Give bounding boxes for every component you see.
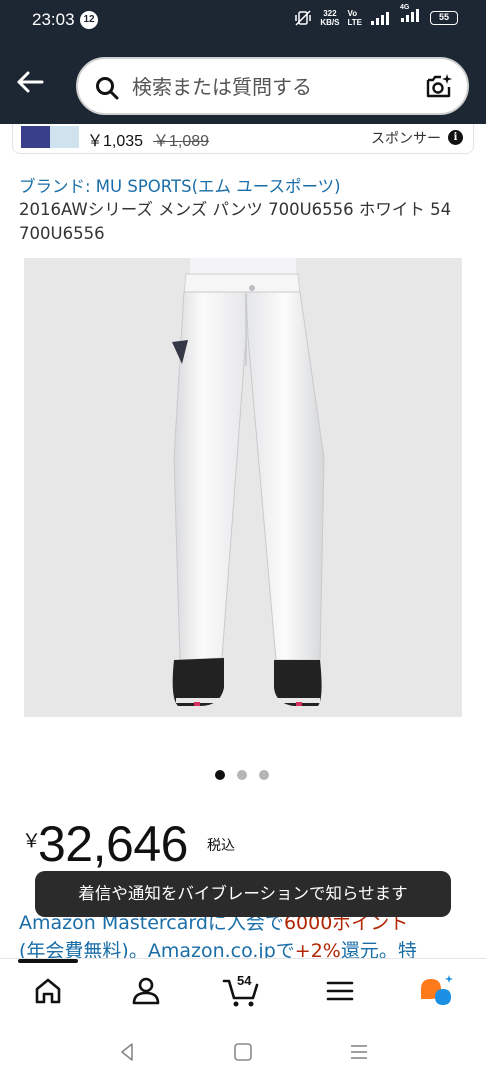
sponsored-old-price: ￥1,089 — [153, 133, 210, 150]
tax-included-label: 税込 — [207, 838, 235, 854]
back-arrow-icon[interactable] — [14, 66, 46, 98]
vibration-toast: 着信や通知をバイブレーションで知らせます — [35, 871, 451, 917]
net-speed: 322 KB/S — [320, 9, 339, 27]
brand-link[interactable]: ブランド: MU SPORTS(エム ユースポーツ) — [19, 173, 341, 197]
system-recents-icon[interactable] — [347, 1040, 371, 1064]
nav-account[interactable] — [126, 973, 166, 1009]
app-header — [0, 42, 486, 124]
status-time: 23:03 — [32, 10, 75, 29]
menu-icon — [326, 981, 354, 1001]
signal-4g: 4G — [400, 4, 422, 27]
mastercard-promo[interactable]: Amazon Mastercardに入会で6000ポイント (年会費無料)。Am… — [19, 909, 486, 963]
product-image[interactable] — [24, 258, 462, 717]
sponsored-product-strip[interactable]: ￥1,035 ￥1,089 スポンサー i — [12, 124, 474, 154]
search-bar[interactable] — [76, 57, 469, 115]
volte-indicator: Vo LTE — [347, 9, 362, 27]
volte-bottom: LTE — [347, 17, 362, 27]
system-home-icon[interactable] — [231, 1040, 255, 1064]
status-bar: 23:03 12 322 KB/S Vo LTE 4G 55 — [0, 0, 486, 42]
battery-icon: 55 — [430, 10, 458, 25]
system-back-icon[interactable] — [115, 1040, 139, 1064]
search-input[interactable] — [132, 69, 402, 105]
info-icon[interactable]: i — [448, 130, 463, 145]
status-icons: 322 KB/S Vo LTE 4G 55 — [294, 4, 458, 27]
product-price: 32,646 — [38, 816, 188, 872]
search-icon — [96, 77, 119, 100]
assistant-chat-icon — [421, 975, 453, 1005]
net-speed-unit: KB/S — [320, 17, 340, 27]
net-speed-value: 322 — [323, 8, 337, 18]
product-title: 2016AWシリーズ メンズ パンツ 700U6556 ホワイト 54 700U… — [19, 200, 452, 243]
system-navigation-bar — [0, 1022, 486, 1080]
carousel-dot-2[interactable] — [237, 770, 247, 780]
carousel-dot-3[interactable] — [259, 770, 269, 780]
camera-search-icon[interactable] — [424, 71, 454, 101]
nav-home[interactable] — [28, 973, 68, 1009]
nav-menu[interactable] — [320, 973, 360, 1009]
account-icon — [132, 977, 160, 1005]
image-carousel-dots — [215, 770, 269, 780]
carousel-dot-1[interactable] — [215, 770, 225, 780]
bottom-navigation: 54 — [0, 958, 486, 1022]
nav-rufus-assistant[interactable] — [417, 973, 457, 1009]
white-pants-illustration — [172, 258, 325, 706]
network-type-label: 4G — [400, 4, 410, 11]
home-icon — [35, 978, 61, 1004]
sponsored-label: スポンサー — [371, 131, 441, 147]
cart-count: 54 — [237, 973, 252, 988]
active-tab-indicator — [18, 959, 78, 963]
sponsored-price: ￥1,035 — [87, 133, 144, 150]
volte-top: Vo — [347, 8, 358, 18]
signal-icon — [371, 11, 389, 25]
sponsored-thumbnail — [21, 126, 79, 148]
notification-count-badge: 12 — [80, 11, 98, 29]
vibrate-mute-icon — [295, 9, 312, 26]
